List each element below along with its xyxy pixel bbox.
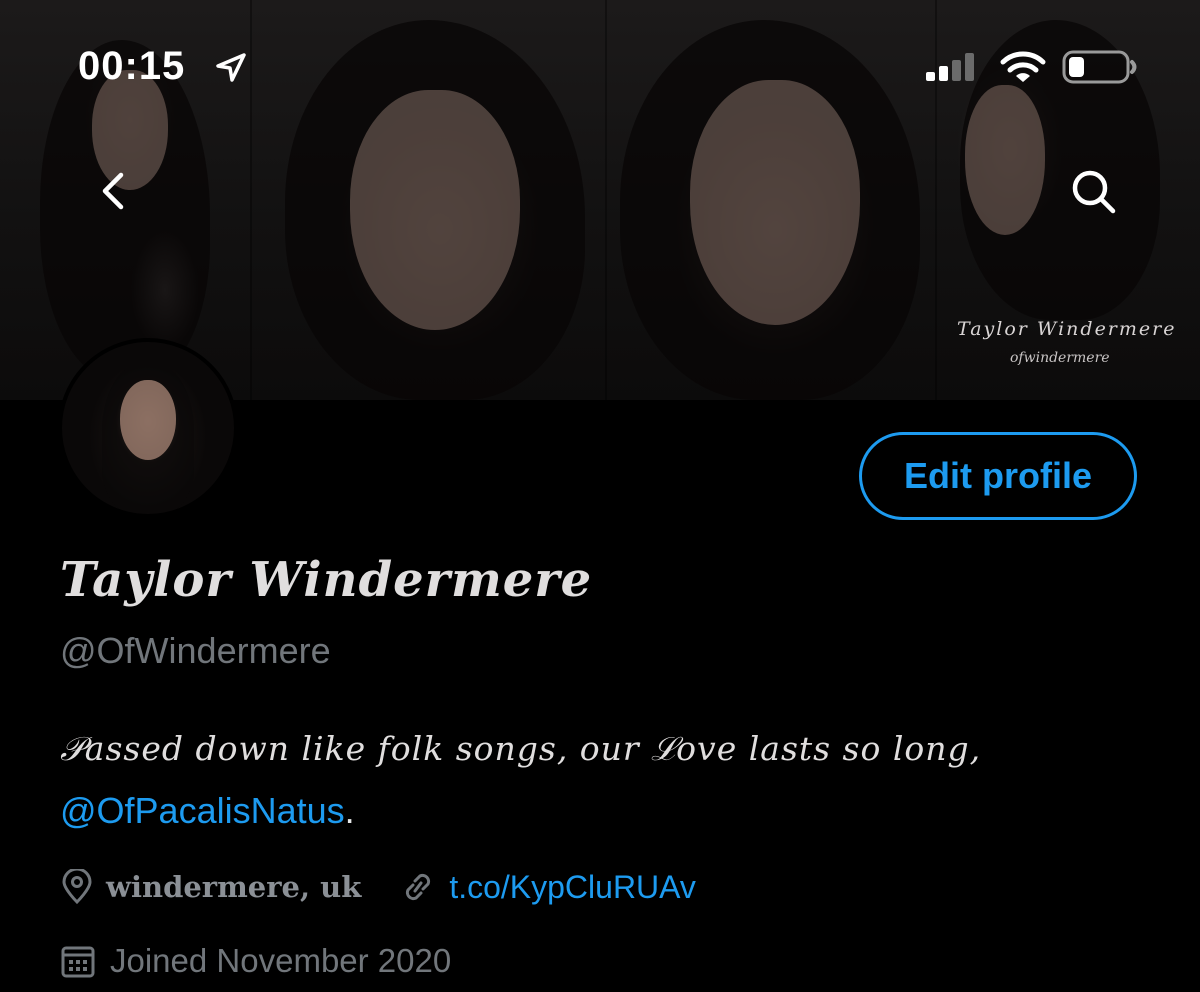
profile-joined-row: Joined November 2020 [60,938,451,984]
banner-face [690,80,860,325]
status-bar-time: 00:15 [78,44,186,88]
chevron-left-icon [102,172,124,210]
banner-face [965,85,1045,235]
profile-handle: @OfWindermere [60,630,331,671]
profile-location: windermere, uk [106,870,362,904]
avatar[interactable] [58,338,238,518]
wifi-icon [1000,51,1046,82]
profile-meta-row: windermere, uk t.co/KypCluRUAv [60,864,696,910]
cellular-signal-icon [926,53,974,81]
location-pin-icon [62,869,92,905]
bio-mention-line: @OfPacalisNatus. [60,790,355,832]
back-button[interactable] [88,166,138,216]
bio-text: 𝒫assed down like folk songs, our ℒove la… [60,729,982,768]
banner-divider [605,0,607,400]
profile-joined-date: Joined November 2020 [110,942,452,979]
bio-mention-link[interactable]: @OfPacalisNatus [60,790,345,831]
calendar-icon [61,946,95,978]
avatar-face [120,380,176,460]
search-button[interactable] [1068,166,1118,216]
location-arrow-icon [216,53,246,82]
bio-suffix: . [344,790,355,831]
banner-face [350,90,520,330]
battery-icon [1062,50,1137,84]
banner-watermark-name: Taylor Windermere [957,318,1177,340]
link-icon [406,873,431,901]
banner-watermark-handle: ofwindermere [1010,350,1110,366]
banner-divider [250,0,252,400]
display-name: Taylor Windermere [60,552,593,608]
search-icon [1072,170,1116,214]
edit-profile-button[interactable]: Edit profile [859,432,1137,520]
profile-website-link[interactable]: t.co/KypCluRUAv [449,869,696,906]
